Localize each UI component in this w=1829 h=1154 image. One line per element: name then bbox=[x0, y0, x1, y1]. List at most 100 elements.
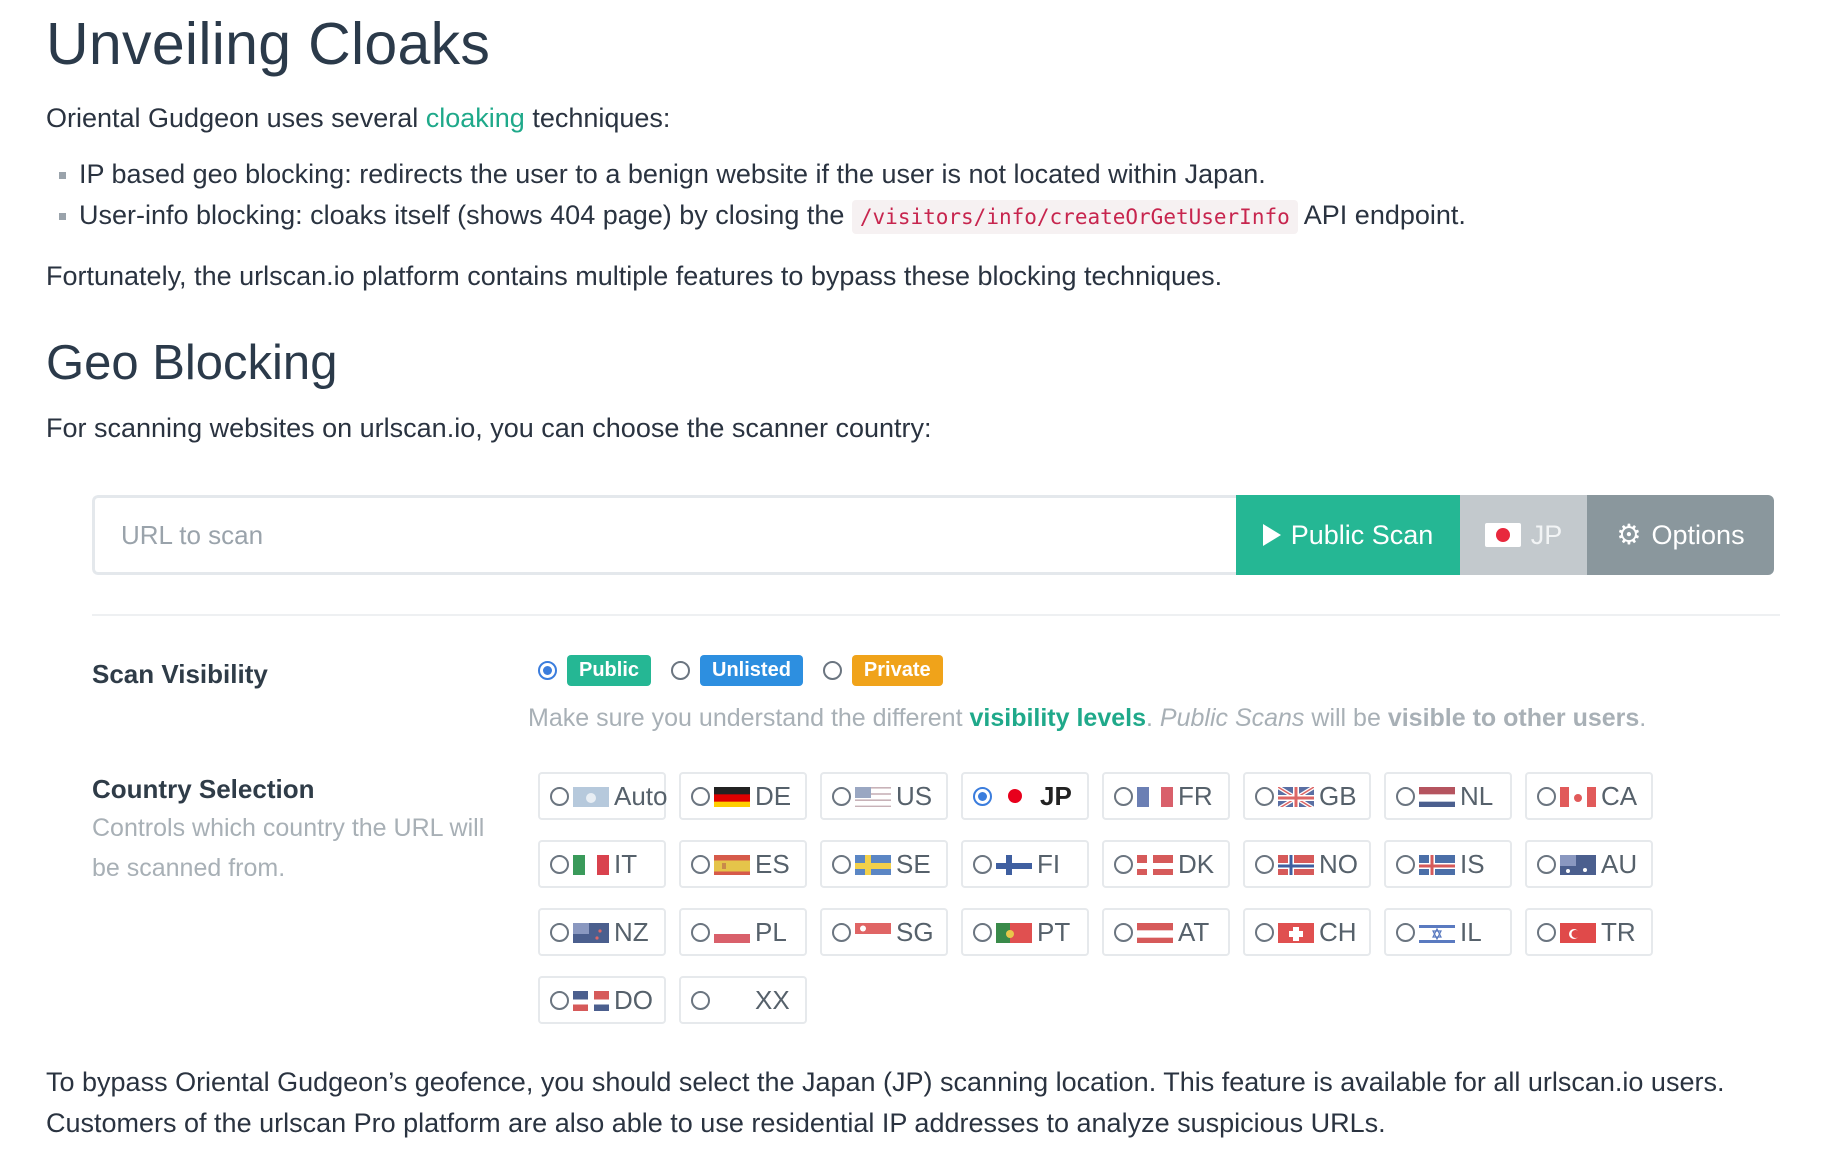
country-option-pl[interactable]: PL bbox=[679, 908, 807, 956]
country-code-label: FI bbox=[1037, 848, 1061, 879]
public-badge: Public bbox=[567, 655, 652, 686]
fr-flag-icon bbox=[1137, 785, 1173, 807]
cloaking-link[interactable]: cloaking bbox=[426, 103, 525, 133]
country-option-nz[interactable]: NZ bbox=[538, 908, 666, 956]
no-flag-icon bbox=[1278, 853, 1314, 875]
country-code-label: CH bbox=[1319, 916, 1357, 947]
options-button[interactable]: ⚙ Options bbox=[1587, 495, 1774, 575]
country-radio-at[interactable] bbox=[1114, 922, 1133, 942]
jp-flag-icon bbox=[1008, 789, 1022, 803]
country-radio-ca[interactable] bbox=[1537, 786, 1556, 806]
country-option-gb[interactable]: GB bbox=[1243, 772, 1371, 820]
country-radio-us[interactable] bbox=[832, 786, 851, 806]
country-radio-it[interactable] bbox=[550, 854, 569, 874]
country-option-is[interactable]: IS bbox=[1384, 840, 1512, 888]
country-option-it[interactable]: IT bbox=[538, 840, 666, 888]
country-radio-xx[interactable] bbox=[691, 990, 710, 1010]
country-button-label: JP bbox=[1530, 519, 1563, 550]
country-row: Auto DE US JP FR GB NL CA bbox=[538, 772, 1698, 820]
country-code-label: Auto bbox=[614, 780, 668, 811]
country-option-at[interactable]: AT bbox=[1102, 908, 1230, 956]
country-radio-dk[interactable] bbox=[1114, 854, 1133, 874]
country-radio-de[interactable] bbox=[691, 786, 710, 806]
country-option-se[interactable]: SE bbox=[820, 840, 948, 888]
country-code-label: SG bbox=[896, 916, 934, 947]
visibility-option-unlisted[interactable]: Unlisted bbox=[671, 655, 803, 686]
country-option-il[interactable]: IL bbox=[1384, 908, 1512, 956]
sg-flag-icon bbox=[855, 921, 891, 943]
country-option-de[interactable]: DE bbox=[679, 772, 807, 820]
gear-icon: ⚙ bbox=[1616, 519, 1642, 550]
country-radio-pl[interactable] bbox=[691, 922, 710, 942]
country-option-fr[interactable]: FR bbox=[1102, 772, 1230, 820]
country-radio-no[interactable] bbox=[1255, 854, 1274, 874]
country-grid: Auto DE US JP FR GB NL CA IT ES SE FI DK NO IS AU NZ PL SG… bbox=[538, 772, 1698, 1044]
country-option-dk[interactable]: DK bbox=[1102, 840, 1230, 888]
country-radio-do[interactable] bbox=[550, 990, 569, 1010]
country-radio-is[interactable] bbox=[1396, 854, 1415, 874]
country-option-xx[interactable]: XX bbox=[679, 976, 807, 1024]
note-rest: will be bbox=[1311, 704, 1381, 732]
scan-visibility-label: Scan Visibility bbox=[92, 659, 268, 689]
pl-flag-icon bbox=[714, 921, 750, 943]
country-radio-jp[interactable] bbox=[973, 786, 992, 806]
bullet-prefix: User-info blocking: cloaks itself (shows… bbox=[79, 200, 845, 230]
intro-prefix: Oriental Gudgeon uses several bbox=[46, 103, 419, 133]
country-option-fi[interactable]: FI bbox=[961, 840, 1089, 888]
country-radio-au[interactable] bbox=[1537, 854, 1556, 874]
country-option-sg[interactable]: SG bbox=[820, 908, 948, 956]
visibility-radio-private[interactable] bbox=[822, 661, 842, 680]
country-option-no[interactable]: NO bbox=[1243, 840, 1371, 888]
list-item: IP based geo blocking: redirects the use… bbox=[46, 154, 1806, 195]
unlisted-badge: Unlisted bbox=[700, 655, 803, 686]
country-radio-nz[interactable] bbox=[550, 922, 569, 942]
scan-bar: Public Scan JP ⚙ Options bbox=[92, 495, 1780, 575]
country-row: NZ PL SG PT AT CH IL TR bbox=[538, 908, 1698, 956]
country-option-es[interactable]: ES bbox=[679, 840, 807, 888]
country-radio-se[interactable] bbox=[832, 854, 851, 874]
visibility-option-public[interactable]: Public bbox=[538, 655, 652, 686]
country-option-ca[interactable]: CA bbox=[1525, 772, 1653, 820]
country-radio-es[interactable] bbox=[691, 854, 710, 874]
country-code-label: NO bbox=[1319, 848, 1358, 879]
country-option-do[interactable]: DO bbox=[538, 976, 666, 1024]
country-option-us[interactable]: US bbox=[820, 772, 948, 820]
country-option-pt[interactable]: PT bbox=[961, 908, 1089, 956]
country-radio-fr[interactable] bbox=[1114, 786, 1133, 806]
country-code-label: SE bbox=[896, 848, 931, 879]
options-label: Options bbox=[1651, 519, 1745, 550]
url-input[interactable] bbox=[92, 495, 1236, 575]
country-radio-sg[interactable] bbox=[832, 922, 851, 942]
country-radio-pt[interactable] bbox=[973, 922, 992, 942]
country-code-label: GB bbox=[1319, 780, 1357, 811]
pt-flag-icon bbox=[996, 921, 1032, 943]
country-option-au[interactable]: AU bbox=[1525, 840, 1653, 888]
country-radio-fi[interactable] bbox=[973, 854, 992, 874]
is-flag-icon bbox=[1419, 853, 1455, 875]
country-code-label: XX bbox=[755, 984, 790, 1015]
country-button[interactable]: JP bbox=[1460, 495, 1587, 575]
country-radio-tr[interactable] bbox=[1537, 922, 1556, 942]
endpoint-code: /visitors/info/createOrGetUserInfo bbox=[851, 200, 1298, 234]
country-radio-ch[interactable] bbox=[1255, 922, 1274, 942]
country-radio-nl[interactable] bbox=[1396, 786, 1415, 806]
country-radio-gb[interactable] bbox=[1255, 786, 1274, 806]
country-row: IT ES SE FI DK NO IS AU bbox=[538, 840, 1698, 888]
visibility-radio-unlisted[interactable] bbox=[671, 661, 691, 680]
country-option-auto[interactable]: Auto bbox=[538, 772, 668, 820]
bullet-suffix: API endpoint. bbox=[1303, 200, 1466, 230]
country-option-jp[interactable]: JP bbox=[961, 772, 1089, 820]
country-code-label: US bbox=[896, 780, 933, 811]
country-option-ch[interactable]: CH bbox=[1243, 908, 1371, 956]
country-option-nl[interactable]: NL bbox=[1384, 772, 1512, 820]
visibility-levels-link[interactable]: visibility levels bbox=[970, 704, 1147, 732]
country-option-tr[interactable]: TR bbox=[1525, 908, 1653, 956]
play-icon bbox=[1262, 524, 1281, 546]
visibility-option-private[interactable]: Private bbox=[822, 655, 943, 686]
visibility-radio-public[interactable] bbox=[538, 661, 557, 680]
country-radio-auto[interactable] bbox=[550, 786, 569, 806]
public-scan-label: Public Scan bbox=[1290, 519, 1434, 550]
country-radio-il[interactable] bbox=[1396, 922, 1415, 942]
public-scan-button[interactable]: Public Scan bbox=[1236, 495, 1460, 575]
country-code-label: JP bbox=[1040, 780, 1072, 811]
